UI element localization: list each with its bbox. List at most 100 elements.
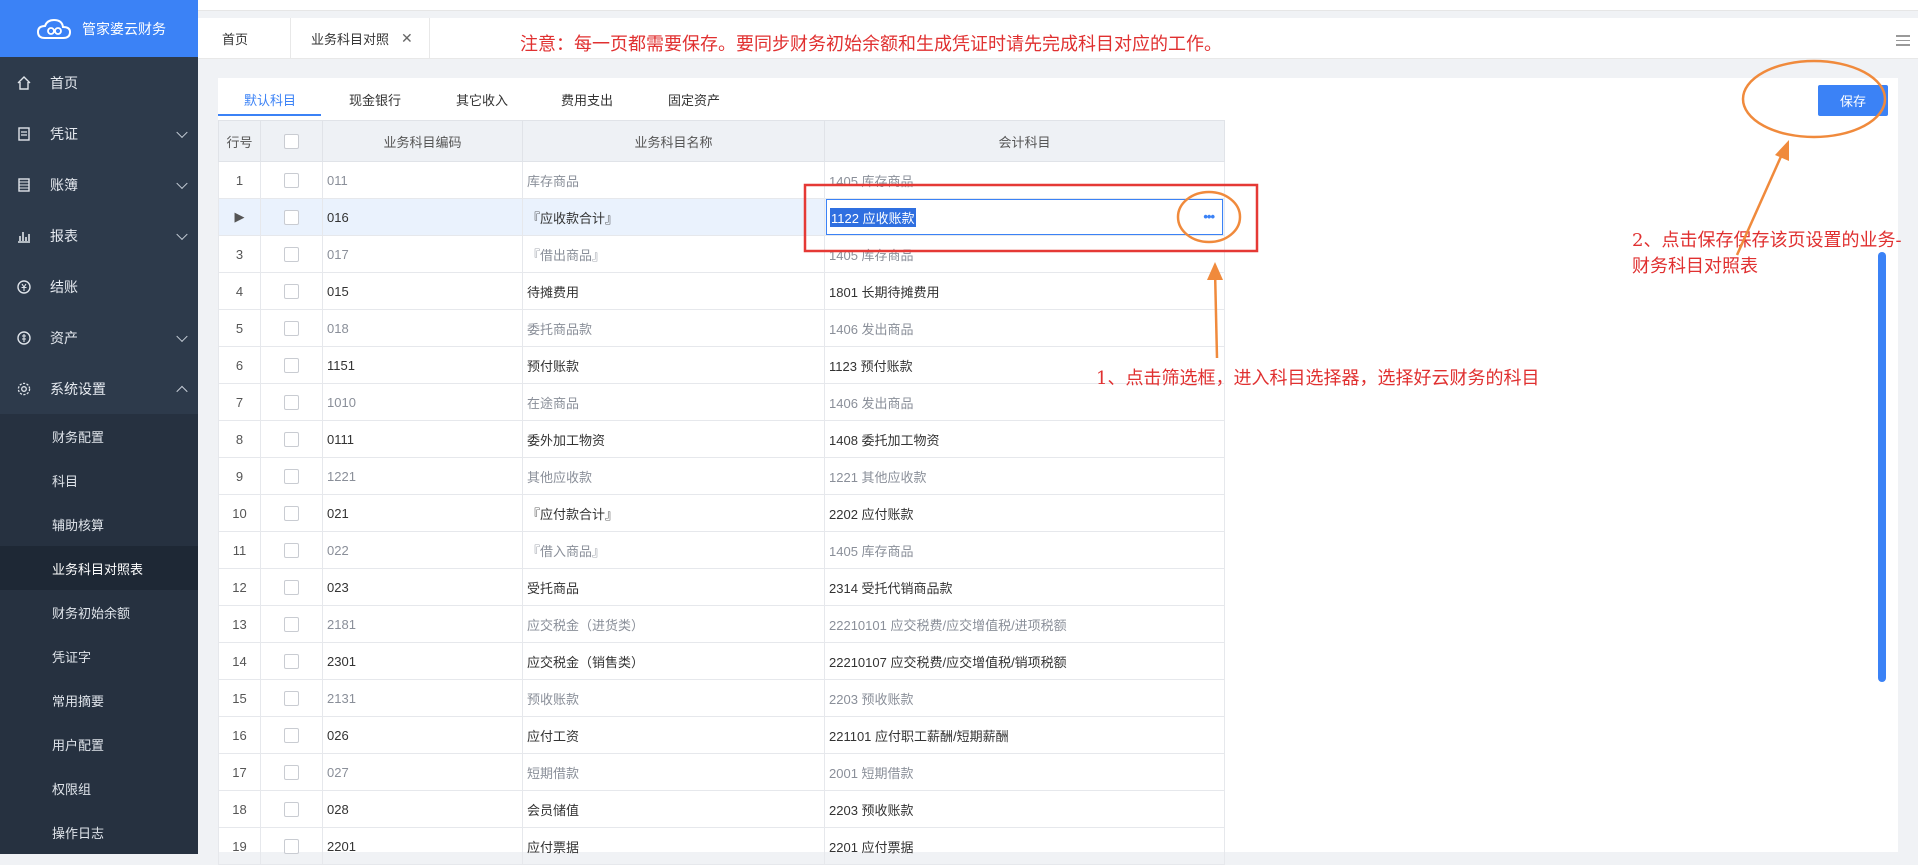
- row-checkbox[interactable]: [284, 617, 299, 633]
- accounting-subject[interactable]: 221101 应付职工薪酬/短期薪酬: [824, 716, 1225, 754]
- submenu-item-aux-accounting[interactable]: 辅助核算: [0, 502, 198, 546]
- sidebar-item-checkout[interactable]: 结账: [0, 261, 198, 312]
- accounting-subject[interactable]: 1801 长期待摊费用: [824, 272, 1225, 310]
- table-row[interactable]: 13 2181 应交税金（进货类） 22210101 应交税费/应交增值税/进项税额: [218, 605, 1225, 643]
- submenu-item-initial-balance[interactable]: 财务初始余额: [0, 590, 198, 634]
- row-select-cell[interactable]: [260, 383, 323, 421]
- row-checkbox[interactable]: [284, 247, 299, 263]
- sidebar-item-settings[interactable]: 系统设置: [0, 363, 198, 414]
- accounting-subject[interactable]: 1405 库存商品: [824, 531, 1225, 569]
- submenu-item-subject-mapping[interactable]: 业务科目对照表: [0, 546, 198, 590]
- sidebar-item-asset[interactable]: 资产: [0, 312, 198, 363]
- table-row[interactable]: 1 011 库存商品 1405 库存商品: [218, 161, 1225, 199]
- sidebar-item-ledger[interactable]: 账簿: [0, 159, 198, 210]
- row-select-cell[interactable]: [260, 568, 323, 606]
- accounting-subject[interactable]: 22210107 应交税费/应交增值税/销项税额: [824, 642, 1225, 680]
- tab-cash-bank[interactable]: 现金银行: [349, 90, 401, 109]
- row-checkbox[interactable]: [284, 506, 299, 522]
- account-cell-editing[interactable]: 1122 应收账款 •••: [824, 198, 1225, 236]
- row-checkbox[interactable]: [284, 728, 299, 744]
- column-header-select[interactable]: [260, 120, 323, 162]
- row-select-cell[interactable]: [260, 198, 323, 236]
- submenu-item-voucher-type[interactable]: 凭证字: [0, 634, 198, 678]
- table-row[interactable]: 15 2131 预收账款 2203 预收账款: [218, 679, 1225, 717]
- accounting-subject[interactable]: 22210101 应交税费/应交增值税/进项税额: [824, 605, 1225, 643]
- table-row[interactable]: 5 018 委托商品款 1406 发出商品: [218, 309, 1225, 347]
- sidebar-item-report[interactable]: 报表: [0, 210, 198, 261]
- row-select-cell[interactable]: [260, 605, 323, 643]
- row-checkbox[interactable]: [284, 469, 299, 485]
- table-row[interactable]: 17 027 短期借款 2001 短期借款: [218, 753, 1225, 791]
- accounting-subject[interactable]: 2203 预收账款: [824, 679, 1225, 717]
- menu-icon[interactable]: [1896, 32, 1910, 49]
- tab-subject-mapping[interactable]: 业务科目对照 ✕: [290, 18, 430, 58]
- row-checkbox[interactable]: [284, 321, 299, 337]
- row-select-cell[interactable]: [260, 827, 323, 865]
- table-row[interactable]: 4 015 待摊费用 1801 长期待摊费用: [218, 272, 1225, 310]
- submenu-item-finance-config[interactable]: 财务配置: [0, 414, 198, 458]
- row-select-cell[interactable]: [260, 494, 323, 532]
- row-select-cell[interactable]: [260, 161, 323, 199]
- accounting-subject[interactable]: 1405 库存商品: [824, 161, 1225, 199]
- table-row[interactable]: 10 021 『应付款合计』 2202 应付账款: [218, 494, 1225, 532]
- table-row[interactable]: 11 022 『借入商品』 1405 库存商品: [218, 531, 1225, 569]
- table-row[interactable]: 19 2201 应付票据 2201 应付票据: [218, 827, 1225, 865]
- row-checkbox[interactable]: [284, 691, 299, 707]
- row-checkbox[interactable]: [284, 543, 299, 559]
- submenu-item-operation-log[interactable]: 操作日志: [0, 810, 198, 854]
- submenu-item-user-config[interactable]: 用户配置: [0, 722, 198, 766]
- row-select-cell[interactable]: [260, 457, 323, 495]
- table-row[interactable]: 8 0111 委外加工物资 1408 委托加工物资: [218, 420, 1225, 458]
- row-select-cell[interactable]: [260, 346, 323, 384]
- submenu-item-common-summary[interactable]: 常用摘要: [0, 678, 198, 722]
- row-select-cell[interactable]: [260, 309, 323, 347]
- accounting-subject[interactable]: 2202 应付账款: [824, 494, 1225, 532]
- save-button[interactable]: 保存: [1818, 85, 1888, 116]
- row-select-cell[interactable]: [260, 531, 323, 569]
- accounting-subject[interactable]: 1405 库存商品: [824, 235, 1225, 273]
- tab-default-subject[interactable]: 默认科目: [244, 90, 296, 109]
- submenu-item-subjects[interactable]: 科目: [0, 458, 198, 502]
- tab-expense[interactable]: 费用支出: [561, 90, 613, 109]
- row-checkbox[interactable]: [284, 395, 299, 411]
- brand[interactable]: 管家婆云财务: [0, 0, 198, 57]
- row-select-cell[interactable]: [260, 420, 323, 458]
- submenu-item-permission-group[interactable]: 权限组: [0, 766, 198, 810]
- row-checkbox[interactable]: [284, 802, 299, 818]
- accounting-subject[interactable]: 2203 预收账款: [824, 790, 1225, 828]
- more-options-icon[interactable]: •••: [1203, 209, 1215, 224]
- sidebar-item-voucher[interactable]: 凭证: [0, 108, 198, 159]
- row-checkbox[interactable]: [284, 654, 299, 670]
- row-select-cell[interactable]: [260, 790, 323, 828]
- close-icon[interactable]: ✕: [401, 30, 413, 47]
- tab-home[interactable]: 首页: [222, 18, 248, 58]
- select-all-checkbox[interactable]: [284, 134, 299, 150]
- accounting-subject[interactable]: 1406 发出商品: [824, 309, 1225, 347]
- accounting-subject[interactable]: 2201 应付票据: [824, 827, 1225, 865]
- row-checkbox[interactable]: [284, 432, 299, 448]
- row-checkbox[interactable]: [284, 173, 299, 189]
- table-row[interactable]: 12 023 受托商品 2314 受托代销商品款: [218, 568, 1225, 606]
- row-checkbox[interactable]: [284, 580, 299, 596]
- accounting-subject[interactable]: 2314 受托代销商品款: [824, 568, 1225, 606]
- table-row[interactable]: 18 028 会员储值 2203 预收账款: [218, 790, 1225, 828]
- row-select-cell[interactable]: [260, 642, 323, 680]
- table-row[interactable]: 7 1010 在途商品 1406 发出商品: [218, 383, 1225, 421]
- table-row[interactable]: ▶ 016 『应收款合计』 1122 应收账款 •••: [218, 198, 1225, 236]
- row-select-cell[interactable]: [260, 235, 323, 273]
- accounting-subject[interactable]: 1408 委托加工物资: [824, 420, 1225, 458]
- row-select-cell[interactable]: [260, 753, 323, 791]
- account-filter-input[interactable]: 1122 应收账款 •••: [826, 199, 1223, 235]
- row-select-cell[interactable]: [260, 679, 323, 717]
- table-row[interactable]: 3 017 『借出商品』 1405 库存商品: [218, 235, 1225, 273]
- tab-fixed-asset[interactable]: 固定资产: [668, 90, 720, 109]
- row-select-cell[interactable]: [260, 716, 323, 754]
- row-checkbox[interactable]: [284, 284, 299, 300]
- row-select-cell[interactable]: [260, 272, 323, 310]
- tab-other-income[interactable]: 其它收入: [456, 90, 508, 109]
- row-checkbox[interactable]: [284, 765, 299, 781]
- table-row[interactable]: 14 2301 应交税金（销售类） 22210107 应交税费/应交增值税/销项税额: [218, 642, 1225, 680]
- accounting-subject[interactable]: 2001 短期借款: [824, 753, 1225, 791]
- table-row[interactable]: 6 1151 预付账款 1123 预付账款: [218, 346, 1225, 384]
- table-row[interactable]: 9 1221 其他应收款 1221 其他应收款: [218, 457, 1225, 495]
